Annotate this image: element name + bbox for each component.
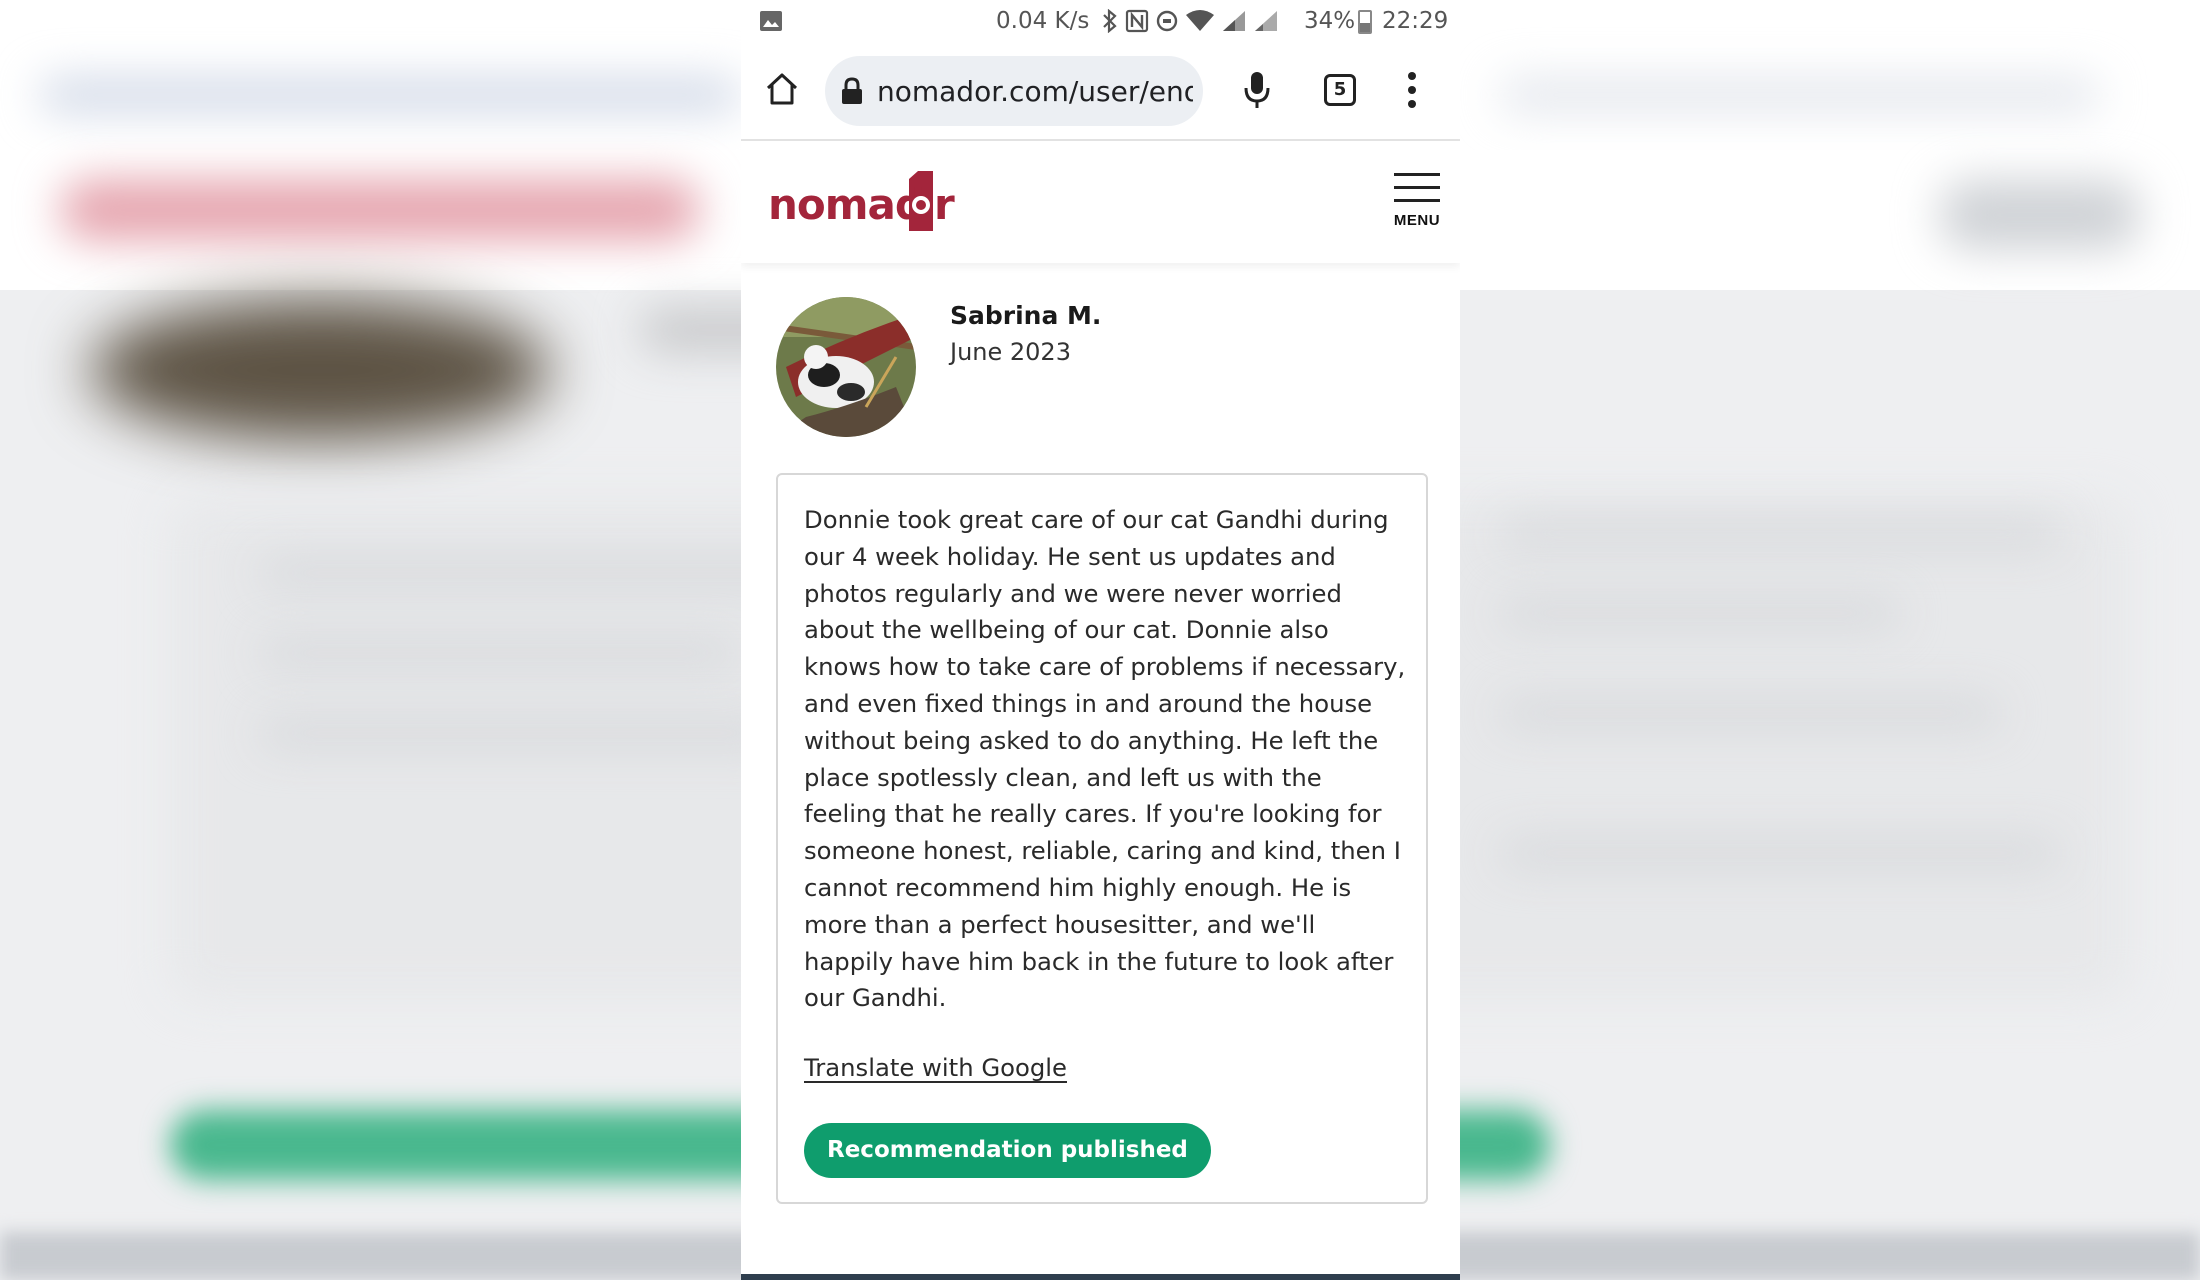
logo-text-part: r xyxy=(934,180,955,229)
review-date: June 2023 xyxy=(950,338,1071,366)
logo-text-part: nomad xyxy=(768,180,924,229)
hamburger-icon xyxy=(1381,173,1453,202)
review-card: Donnie took great care of our cat Gandhi… xyxy=(776,473,1428,1204)
backdrop-shape xyxy=(90,300,550,440)
backdrop-shape xyxy=(1500,700,2000,726)
backdrop-shape xyxy=(40,80,740,110)
address-bar[interactable]: nomador.com/user/endc xyxy=(825,56,1203,126)
backdrop-shape xyxy=(260,640,740,666)
bluetooth-icon xyxy=(1103,9,1117,33)
menu-label: MENU xyxy=(1393,212,1441,229)
status-bar: 0.04 K/s 34% 22:29 xyxy=(741,0,1460,44)
reviewer-name: Sabrina M. xyxy=(950,301,1102,330)
site-header: nomad r MENU xyxy=(741,141,1460,263)
more-options-icon[interactable] xyxy=(1407,71,1417,109)
cat-in-hammock-photo xyxy=(776,297,916,437)
backdrop-shape xyxy=(60,180,700,240)
phone-screen: 0.04 K/s 34% 22:29 nomador.com/user/endc… xyxy=(741,0,1460,1280)
avatar[interactable] xyxy=(776,297,916,437)
battery-icon xyxy=(1358,10,1372,34)
backdrop-shape xyxy=(1940,180,2140,250)
status-icons xyxy=(1101,9,1279,33)
nfc-icon xyxy=(1125,9,1149,33)
signal-icon-2 xyxy=(1255,11,1277,31)
backdrop-shape xyxy=(1500,840,2060,866)
backdrop-shape xyxy=(260,720,780,746)
status-badge: Recommendation published xyxy=(804,1123,1211,1178)
image-notification-icon xyxy=(760,11,782,31)
backdrop-shape xyxy=(1500,520,2060,546)
home-icon[interactable] xyxy=(764,71,800,107)
review-text: Donnie took great care of our cat Gandhi… xyxy=(804,505,1406,1013)
backdrop-shape xyxy=(1500,600,1900,626)
menu-button[interactable]: MENU xyxy=(1381,173,1453,239)
browser-toolbar: nomador.com/user/endc 5 xyxy=(741,44,1460,140)
backdrop-shape xyxy=(1500,80,2100,110)
signal-icon xyxy=(1223,11,1245,31)
nomador-logo[interactable]: nomad r xyxy=(768,171,968,231)
reviewer-profile: Sabrina M. June 2023 xyxy=(741,263,1460,463)
network-speed: 0.04 K/s xyxy=(996,8,1090,34)
microphone-icon[interactable] xyxy=(1241,70,1273,110)
lock-icon xyxy=(842,77,862,104)
backdrop-shape xyxy=(260,560,820,586)
clock: 22:29 xyxy=(1382,8,1449,34)
data-saver-icon xyxy=(1156,10,1178,32)
wifi-icon xyxy=(1186,10,1214,31)
battery-percent: 34% xyxy=(1304,8,1356,34)
url-text: nomador.com/user/endc xyxy=(877,75,1193,108)
tab-switcher-button[interactable]: 5 xyxy=(1324,74,1356,106)
bottom-bar xyxy=(741,1274,1460,1280)
translate-link[interactable]: Translate with Google xyxy=(804,1053,1067,1082)
